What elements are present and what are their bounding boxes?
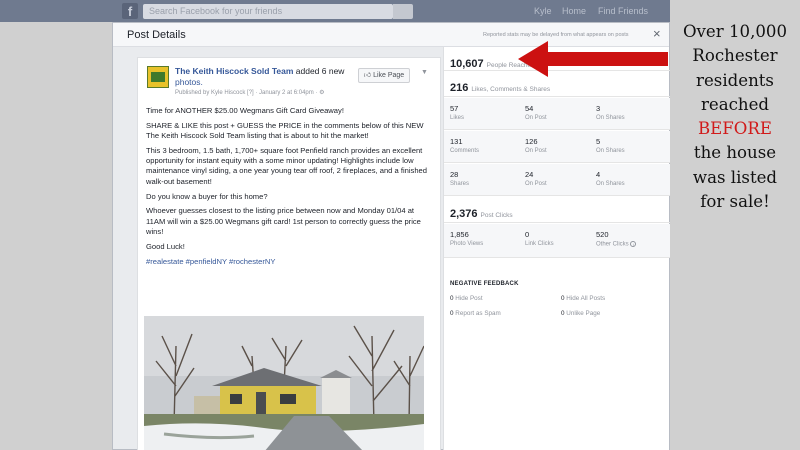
chevron-down-icon[interactable]: ▼ <box>421 69 428 76</box>
on-post-label: On Post <box>525 148 547 154</box>
likes-on-shares: 3 <box>596 104 601 113</box>
clicks-breakdown-row: 1,856 Photo Views 0 Link Clicks 520 Other C… <box>444 224 670 258</box>
post-clicks-value: 2,376 <box>450 208 478 220</box>
annotation-line: Rochester <box>692 46 778 66</box>
annotation-highlight: BEFORE <box>697 119 773 139</box>
annotation-line: Over 10,000 <box>682 22 788 41</box>
people-reached-value: 10,607 <box>450 58 484 70</box>
facebook-topbar: f Search Facebook for your friends Kyle … <box>0 0 670 22</box>
shares-total: 28 <box>450 170 459 179</box>
post-clicks-row: 2,376 Post Clicks <box>444 197 670 223</box>
facebook-post: The Keith Hiscock Sold Team added 6 new … <box>137 57 441 450</box>
other-clicks-value: 520 <box>596 230 609 239</box>
likes-total: 57 <box>450 104 459 113</box>
like-page-label: Like Page <box>373 72 405 79</box>
report-spam-stat: 0 Report as Spam <box>450 310 501 317</box>
comments-on-post: 126 <box>525 137 538 146</box>
facebook-logo-icon[interactable]: f <box>122 3 138 19</box>
red-arrow-icon <box>518 41 668 77</box>
post-text: Time for ANOTHER $25.00 Wegmans Gift Car… <box>146 106 434 271</box>
photo-views-value: 1,856 <box>450 230 469 239</box>
photos-link[interactable]: photos. <box>175 77 203 87</box>
post-paragraph: Good Luck! <box>146 241 185 251</box>
on-shares-label: On Shares <box>596 115 625 121</box>
other-clicks-label: Other Clicks i <box>596 241 666 248</box>
negative-feedback-title: NEGATIVE FEEDBACK <box>450 281 519 287</box>
annotation-line: was listed <box>692 167 778 187</box>
modal-title: Post Details <box>127 29 186 41</box>
post-author-link[interactable]: The Keith Hiscock Sold Team <box>175 66 293 76</box>
likes-on-post: 54 <box>525 104 534 113</box>
shares-on-post: 24 <box>525 170 534 179</box>
hide-all-posts-stat: 0 Hide All Posts <box>561 295 606 302</box>
shares-on-shares: 4 <box>596 170 601 179</box>
hide-post-stat: 0 Hide Post <box>450 295 483 302</box>
house-photo[interactable] <box>144 316 424 450</box>
nav-profile[interactable]: Kyle <box>534 6 552 16</box>
post-hashtags[interactable]: #realestate #penfieldNY #rochesterNY <box>146 257 434 267</box>
link-clicks-label: Link Clicks <box>525 241 554 247</box>
nav-home[interactable]: Home <box>562 6 586 16</box>
search-input[interactable]: Search Facebook for your friends <box>143 4 393 19</box>
info-icon[interactable]: i <box>630 241 637 247</box>
stats-delay-note: Reported stats may be delayed from what … <box>483 32 629 38</box>
annotation-text: Over 10,000 Rochester residents reached … <box>670 20 800 214</box>
annotation-line: the house <box>693 143 777 163</box>
engagement-label: Likes, Comments & Shares <box>471 86 551 93</box>
comments-row: 131 Comments 126 On Post 5 On Shares <box>444 131 670 163</box>
post-paragraph: SHARE & LIKE this post + GUESS the PRICE… <box>146 120 424 141</box>
post-paragraph: Whoever guesses closest to the listing p… <box>146 206 421 236</box>
post-action-text: added 6 new <box>293 66 345 76</box>
engagement-value: 216 <box>450 82 469 94</box>
post-paragraph: Do you know a buyer for this home? <box>146 191 268 201</box>
comments-total: 131 <box>450 137 463 146</box>
post-paragraph: This 3 bedroom, 1.5 bath, 1,700+ square … <box>146 145 428 186</box>
post-meta: Published by Kyle Hiscock [?] · January … <box>175 90 325 96</box>
annotation-line: residents <box>696 70 774 90</box>
link-clicks-value: 0 <box>525 230 530 239</box>
likes-label: Likes <box>450 115 465 121</box>
post-header: The Keith Hiscock Sold Team added 6 new … <box>175 66 355 88</box>
page-avatar[interactable] <box>147 66 169 88</box>
nav-find-friends[interactable]: Find Friends <box>598 6 648 16</box>
unlike-page-stat: 0 Unlike Page <box>561 310 601 317</box>
on-post-label: On Post <box>525 181 547 187</box>
post-insights-panel: 10,607 People Reached 216 Likes, Comments … <box>443 47 670 450</box>
post-clicks-label: Post Clicks <box>480 212 513 219</box>
photo-views-label: Photo Views <box>450 241 484 247</box>
annotation-line: for sale! <box>700 192 770 212</box>
on-shares-label: On Shares <box>596 148 625 154</box>
comments-on-shares: 5 <box>596 137 601 146</box>
shares-row: 28 Shares 24 On Post 4 On Shares <box>444 164 670 196</box>
on-post-label: On Post <box>525 115 547 121</box>
post-paragraph: Time for ANOTHER $25.00 Wegmans Gift Car… <box>146 106 344 115</box>
likes-row: 57 Likes 54 On Post 3 On Shares <box>444 98 670 130</box>
like-page-button[interactable]: 👍︎ Like Page <box>358 68 410 83</box>
search-button[interactable] <box>393 4 413 19</box>
on-shares-label: On Shares <box>596 181 625 187</box>
shares-label: Shares <box>450 181 470 187</box>
post-details-modal: Post Details Reported stats may be delay… <box>112 22 670 450</box>
thumbs-up-icon: 👍︎ <box>363 72 372 79</box>
annotation-line: reached <box>700 94 770 114</box>
comments-label: Comments <box>450 148 480 154</box>
